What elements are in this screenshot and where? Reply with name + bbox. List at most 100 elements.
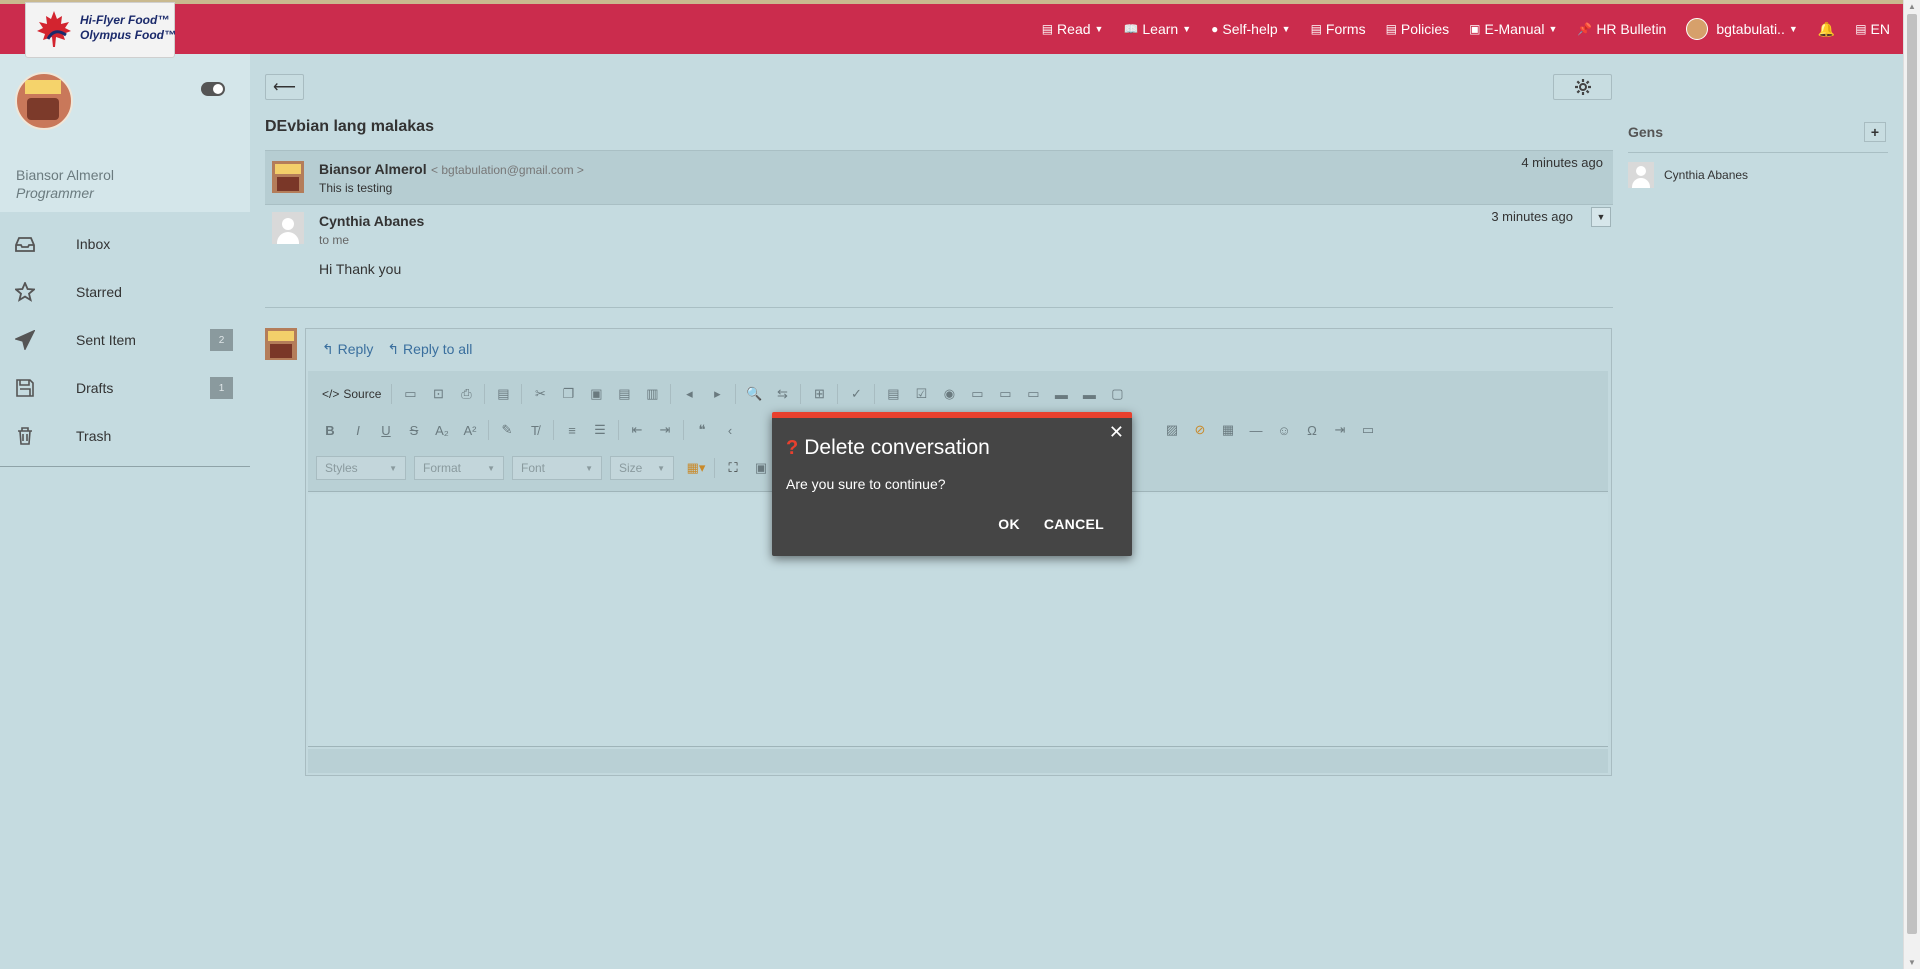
- sidebar-toggle[interactable]: [201, 82, 225, 96]
- toolbar-row-3: Styles ▼ Format ▼ Font ▼ Size ▼ ▦▾ ⛶ ▣: [316, 453, 775, 483]
- member-avatar: [1628, 162, 1654, 188]
- select-all-icon[interactable]: ⊞: [805, 382, 833, 406]
- sidebar-item-starred[interactable]: Starred: [0, 268, 250, 316]
- textfield-icon[interactable]: ▭: [963, 382, 991, 406]
- nav-self-help-label: Self-help: [1222, 21, 1278, 37]
- save-icon[interactable]: ▭: [396, 382, 424, 406]
- replace-icon[interactable]: ⇆: [768, 382, 796, 406]
- copy-format-icon[interactable]: ✎: [493, 418, 521, 442]
- reply-button[interactable]: ↰ Reply: [322, 341, 373, 358]
- nav-forms[interactable]: ▤ Forms: [1311, 21, 1366, 37]
- nav-e-manual[interactable]: ▣ E-Manual ▼: [1469, 21, 1557, 37]
- bulleted-list-icon[interactable]: ☰: [586, 418, 614, 442]
- nav-learn[interactable]: 📖 Learn ▼: [1123, 21, 1191, 37]
- special-char-icon[interactable]: Ω: [1298, 418, 1326, 442]
- scroll-down-icon[interactable]: ▼: [1908, 958, 1916, 967]
- text-color-icon[interactable]: ▦▾: [682, 456, 710, 480]
- page-break-icon[interactable]: ⇥: [1326, 418, 1354, 442]
- scroll-up-icon[interactable]: ▲: [1908, 2, 1916, 11]
- bold-icon[interactable]: B: [316, 418, 344, 442]
- remove-format-icon[interactable]: T̸: [521, 418, 549, 442]
- styles-dropdown[interactable]: Styles ▼: [316, 456, 406, 480]
- redo-icon[interactable]: ▸: [703, 382, 731, 406]
- italic-icon[interactable]: I: [344, 418, 372, 442]
- paste-icon[interactable]: ▣: [582, 382, 610, 406]
- cancel-button[interactable]: CANCEL: [1044, 516, 1104, 532]
- numbered-list-icon[interactable]: ≡: [558, 418, 586, 442]
- smiley-icon[interactable]: ☺: [1270, 418, 1298, 442]
- settings-button[interactable]: [1553, 74, 1612, 100]
- div-icon[interactable]: ‹: [716, 418, 744, 442]
- scrollbar-thumb[interactable]: [1907, 14, 1917, 934]
- iframe-icon[interactable]: ▭: [1354, 418, 1382, 442]
- caret-down-icon: ▼: [1281, 24, 1291, 34]
- sidebar-item-trash[interactable]: Trash: [0, 412, 250, 460]
- flash-icon[interactable]: ⊘: [1186, 418, 1214, 442]
- form-icon[interactable]: ▤: [879, 382, 907, 406]
- table-icon[interactable]: ▦: [1214, 418, 1242, 442]
- message-item[interactable]: Biansor Almerol < bgtabulation@gmail.com…: [265, 150, 1613, 205]
- delete-conversation-dialog: ✕ ? Delete conversation Are you sure to …: [772, 412, 1132, 556]
- checkbox-icon[interactable]: ☑: [907, 382, 935, 406]
- undo-icon[interactable]: ◂: [675, 382, 703, 406]
- cut-icon[interactable]: ✂: [526, 382, 554, 406]
- profile-avatar[interactable]: [15, 72, 73, 130]
- sidebar-item-inbox[interactable]: Inbox: [0, 220, 250, 268]
- select-field-icon[interactable]: ▭: [1019, 382, 1047, 406]
- sidebar-item-drafts[interactable]: Drafts 1: [0, 364, 250, 412]
- maximize-icon[interactable]: ⛶: [719, 456, 747, 480]
- toolbar-separator: [683, 420, 684, 440]
- notifications-button[interactable]: 🔔: [1818, 21, 1835, 38]
- font-dropdown[interactable]: Font ▼: [512, 456, 602, 480]
- language-selector[interactable]: ▤ EN: [1855, 21, 1890, 37]
- paste-word-icon[interactable]: ▥: [638, 382, 666, 406]
- nav-policies[interactable]: ▤ Policies: [1386, 21, 1450, 37]
- page-scrollbar[interactable]: ▲ ▼: [1903, 0, 1920, 969]
- nav-hr-bulletin[interactable]: 📌 HR Bulletin: [1577, 21, 1666, 37]
- add-member-button[interactable]: +: [1864, 122, 1886, 142]
- help-circle-icon: ●: [1211, 22, 1219, 36]
- strikethrough-icon[interactable]: S: [400, 418, 428, 442]
- close-icon[interactable]: ✕: [1109, 422, 1124, 443]
- spellcheck-icon[interactable]: ✓: [842, 382, 870, 406]
- caret-down-icon: ▼: [657, 463, 665, 473]
- image-icon[interactable]: ▨: [1158, 418, 1186, 442]
- find-icon[interactable]: 🔍: [740, 382, 768, 406]
- reply-all-button[interactable]: ↰ Reply to all: [387, 341, 472, 358]
- indent-icon[interactable]: ⇥: [651, 418, 679, 442]
- superscript-icon[interactable]: A²: [456, 418, 484, 442]
- preview-icon[interactable]: ⊡: [424, 382, 452, 406]
- reply-all-label: Reply to all: [403, 341, 473, 357]
- back-button[interactable]: ⟵: [265, 74, 304, 100]
- outdent-icon[interactable]: ⇤: [623, 418, 651, 442]
- blockquote-icon[interactable]: ❝: [688, 418, 716, 442]
- horizontal-line-icon[interactable]: —: [1242, 418, 1270, 442]
- subscript-icon[interactable]: A₂: [428, 418, 456, 442]
- underline-icon[interactable]: U: [372, 418, 400, 442]
- message-time: 4 minutes ago: [1521, 155, 1603, 170]
- message-body: Hi Thank you: [319, 261, 402, 277]
- hidden-field-icon[interactable]: ▢: [1103, 382, 1131, 406]
- show-blocks-icon[interactable]: ▣: [747, 456, 775, 480]
- button-field-icon[interactable]: ▬: [1047, 382, 1075, 406]
- image-button-icon[interactable]: ▬: [1075, 382, 1103, 406]
- nav-read[interactable]: ▤ Read ▼: [1042, 21, 1104, 37]
- format-dropdown[interactable]: Format ▼: [414, 456, 504, 480]
- textarea-icon[interactable]: ▭: [991, 382, 1019, 406]
- copy-icon[interactable]: ❐: [554, 382, 582, 406]
- paste-text-icon[interactable]: ▤: [610, 382, 638, 406]
- size-dropdown[interactable]: Size ▼: [610, 456, 674, 480]
- nav-self-help[interactable]: ● Self-help ▼: [1211, 21, 1290, 37]
- user-menu[interactable]: bgtabulati.. ▼: [1686, 18, 1798, 40]
- message-options-button[interactable]: ▼: [1591, 207, 1611, 227]
- sidebar-item-sent[interactable]: Sent Item 2: [0, 316, 250, 364]
- ok-button[interactable]: OK: [998, 516, 1020, 532]
- member-item[interactable]: Cynthia Abanes: [1628, 162, 1748, 188]
- profile-card: Biansor Almerol Programmer: [0, 54, 250, 212]
- radio-icon[interactable]: ◉: [935, 382, 963, 406]
- manual-icon: ▣: [1469, 22, 1481, 36]
- templates-icon[interactable]: ▤: [489, 382, 517, 406]
- source-button[interactable]: </> Source: [316, 387, 387, 401]
- company-logo[interactable]: Hi-Flyer Food™ Olympus Food™: [25, 2, 176, 58]
- print-icon[interactable]: ⎙: [452, 382, 480, 406]
